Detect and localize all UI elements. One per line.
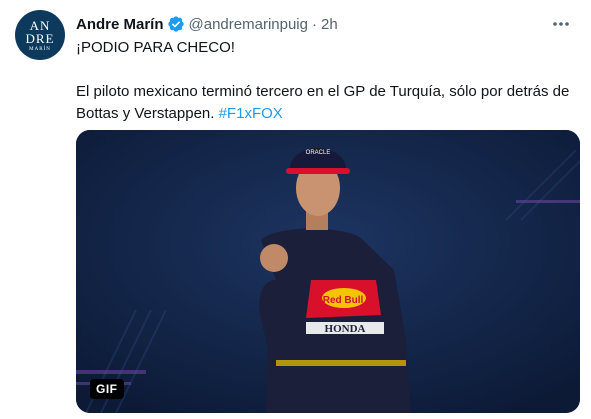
hashtag-link[interactable]: #F1xFOX	[219, 105, 283, 122]
tweet-text-headline: ¡PODIO PARA CHECO!	[76, 39, 235, 56]
suit-sponsor-text: HONDA	[325, 323, 366, 335]
avatar[interactable]: AN DRE MARÍN	[15, 10, 65, 60]
tweet-card[interactable]: AN DRE MARÍN Andre Marín @andremarinpuig…	[0, 0, 591, 419]
avatar-text-line3: MARÍN	[29, 46, 51, 52]
gif-frame-image: Red Bull HONDA ORACLE	[76, 130, 580, 413]
tweet-timestamp[interactable]: 2h	[321, 16, 338, 33]
avatar-text-line1: AN	[29, 17, 51, 33]
tweet-media-gif[interactable]: Red Bull HONDA ORACLE GIF	[76, 130, 580, 413]
more-dots-icon[interactable]	[549, 14, 573, 34]
tweet-header: Andre Marín @andremarinpuig · 2h	[76, 13, 561, 35]
user-handle[interactable]: @andremarinpuig	[189, 16, 308, 33]
tweet-text-body: El piloto mexicano terminó tercero en el…	[76, 81, 576, 125]
cap-brand-text: ORACLE	[306, 150, 331, 156]
avatar-text-line2: DRE	[25, 30, 55, 46]
separator-dot: ·	[311, 15, 317, 33]
tweet-body-text: El piloto mexicano terminó tercero en el…	[76, 83, 570, 122]
verified-badge-icon	[167, 15, 185, 33]
suit-brand-text: Red Bull	[323, 295, 364, 306]
gif-badge: GIF	[90, 379, 124, 399]
display-name[interactable]: Andre Marín	[76, 16, 164, 33]
